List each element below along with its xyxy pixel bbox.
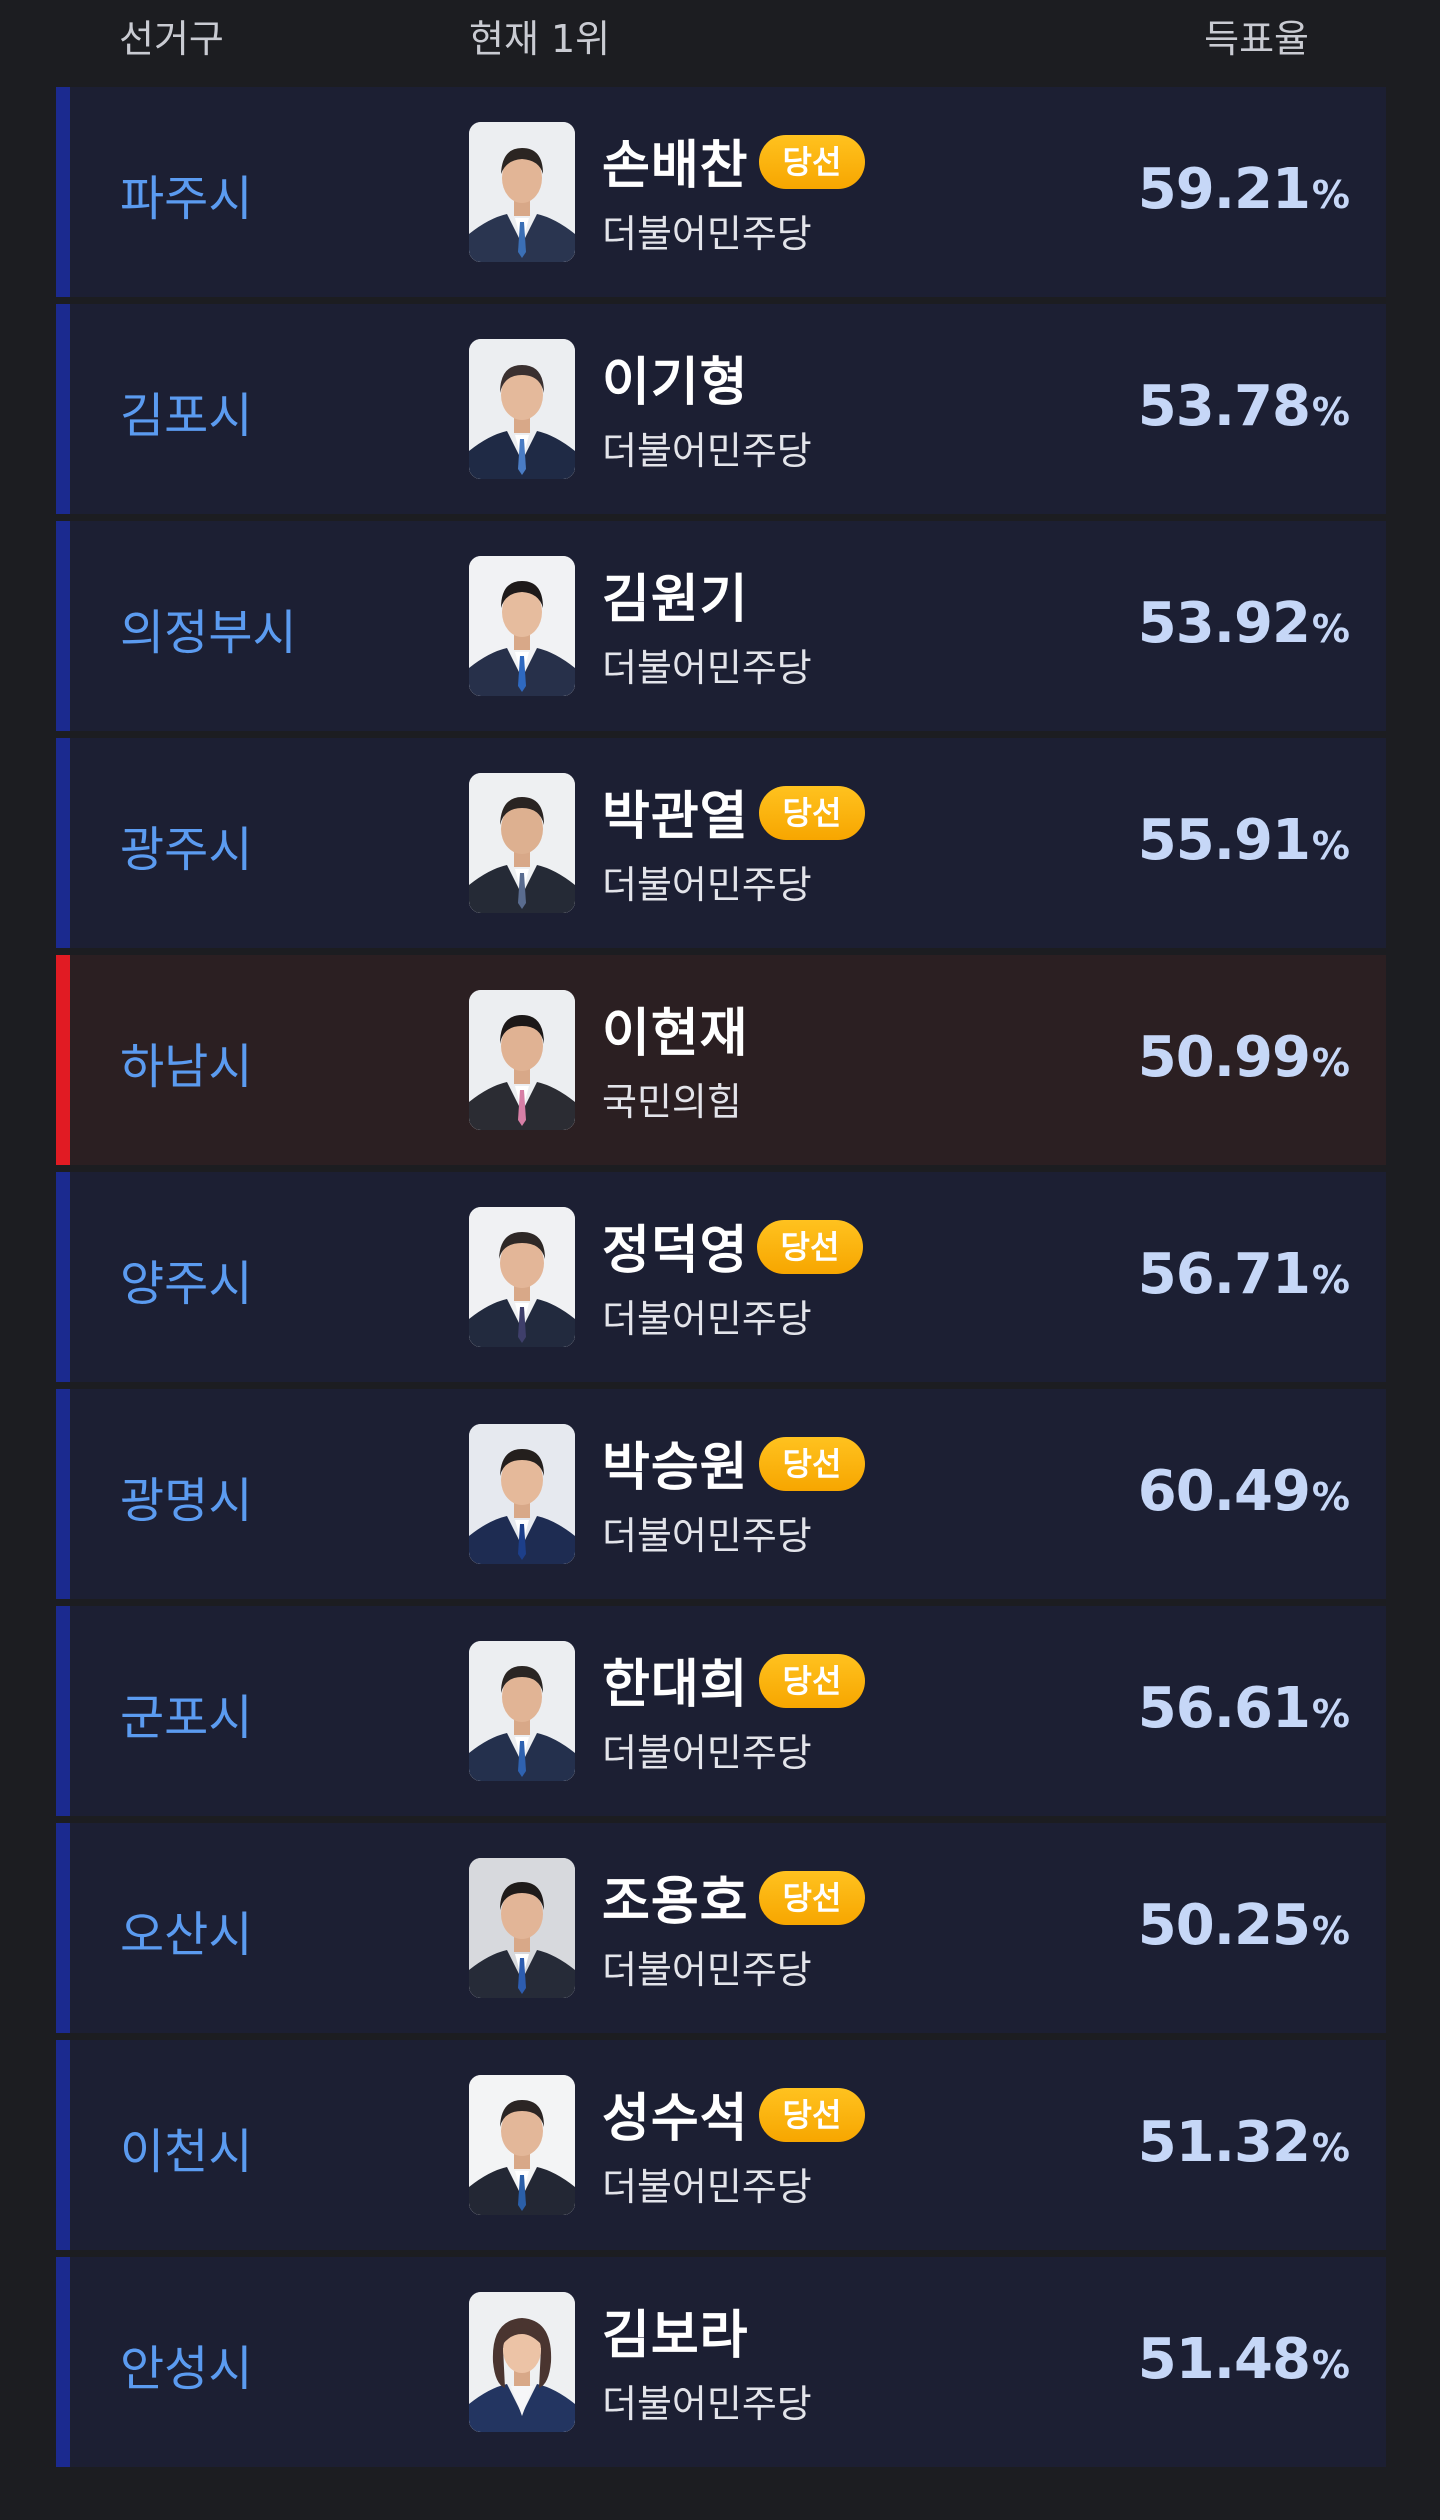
- party-name: 더불어민주당: [602, 2165, 812, 2209]
- party-name: 더불어민주당: [602, 863, 812, 907]
- candidate-photo: [469, 1641, 575, 1781]
- party-color-bar: [56, 1172, 70, 1382]
- list-item[interactable]: 의정부시 김원기 더불어민주당 53.92%: [56, 521, 1386, 731]
- candidate-photo: [469, 773, 575, 913]
- district-name: 이천시: [120, 2124, 253, 2180]
- district-name: 광주시: [120, 822, 253, 878]
- candidate-photo: [469, 2292, 575, 2432]
- district-name: 하남시: [120, 1039, 253, 1095]
- header-rate: 득표율: [1204, 17, 1309, 61]
- list-item[interactable]: 광명시 박승원 당선 더불어민주당 60.49%: [56, 1389, 1386, 1599]
- party-color-bar: [56, 1606, 70, 1816]
- district-name: 양주시: [120, 1256, 253, 1312]
- party-name: 더불어민주당: [602, 212, 812, 256]
- list-item[interactable]: 양주시 정덕영 당선 더불어민주당 56.71%: [56, 1172, 1386, 1382]
- candidate-photo: [469, 556, 575, 696]
- candidate-photo: [469, 1858, 575, 1998]
- results-list: 파주시 손배찬 당선 더불어민주당 59.21% 김포시 이기형 더불어민주당 …: [56, 87, 1386, 2474]
- candidate-name: 이기형: [602, 353, 749, 413]
- list-item[interactable]: 군포시 한대희 당선 더불어민주당 56.61%: [56, 1606, 1386, 1816]
- candidate-name: 정덕영: [602, 1221, 749, 1281]
- vote-rate: 56.71%: [1137, 1242, 1350, 1307]
- vote-rate: 60.49%: [1137, 1459, 1350, 1524]
- vote-rate: 51.48%: [1137, 2327, 1350, 2392]
- party-name: 더불어민주당: [602, 1948, 812, 1992]
- vote-rate: 53.92%: [1137, 591, 1350, 656]
- vote-rate: 50.25%: [1137, 1893, 1350, 1958]
- vote-rate: 59.21%: [1137, 157, 1350, 222]
- party-color-bar: [56, 738, 70, 948]
- party-name: 더불어민주당: [602, 1514, 812, 1558]
- vote-rate: 56.61%: [1137, 1676, 1350, 1741]
- candidate-name: 손배찬: [602, 136, 749, 196]
- party-name: 더불어민주당: [602, 2382, 812, 2426]
- party-color-bar: [56, 955, 70, 1165]
- list-item[interactable]: 오산시 조용호 당선 더불어민주당 50.25%: [56, 1823, 1386, 2033]
- candidate-photo: [469, 122, 575, 262]
- district-name: 군포시: [120, 1690, 253, 1746]
- party-color-bar: [56, 2040, 70, 2250]
- list-item[interactable]: 파주시 손배찬 당선 더불어민주당 59.21%: [56, 87, 1386, 297]
- list-item[interactable]: 하남시 이현재 국민의힘 50.99%: [56, 955, 1386, 1165]
- party-name: 국민의힘: [602, 1080, 742, 1124]
- elected-badge: 당선: [759, 1437, 865, 1491]
- vote-rate: 50.99%: [1137, 1025, 1350, 1090]
- party-color-bar: [56, 1823, 70, 2033]
- candidate-photo: [469, 1424, 575, 1564]
- candidate-name: 박관열: [602, 787, 749, 847]
- party-color-bar: [56, 87, 70, 297]
- candidate-photo: [469, 1207, 575, 1347]
- district-name: 광명시: [120, 1473, 253, 1529]
- district-name: 김포시: [120, 388, 253, 444]
- elected-badge: 당선: [759, 2088, 865, 2142]
- party-color-bar: [56, 521, 70, 731]
- elected-badge: 당선: [757, 1220, 863, 1274]
- candidate-name: 김보라: [602, 2306, 749, 2366]
- party-color-bar: [56, 304, 70, 514]
- vote-rate: 55.91%: [1137, 808, 1350, 873]
- district-name: 파주시: [120, 171, 253, 227]
- header-district: 선거구: [119, 17, 224, 61]
- header-leader: 현재 1위: [469, 17, 611, 61]
- candidate-photo: [469, 2075, 575, 2215]
- district-name: 의정부시: [120, 605, 297, 661]
- elected-badge: 당선: [759, 786, 865, 840]
- candidate-name: 성수석: [602, 2089, 749, 2149]
- party-name: 더불어민주당: [602, 1297, 812, 1341]
- party-name: 더불어민주당: [602, 646, 812, 690]
- candidate-name: 김원기: [602, 570, 749, 630]
- party-name: 더불어민주당: [602, 1731, 812, 1775]
- candidate-name: 한대희: [602, 1655, 749, 1715]
- list-item[interactable]: 광주시 박관열 당선 더불어민주당 55.91%: [56, 738, 1386, 948]
- candidate-name: 박승원: [602, 1438, 749, 1498]
- list-item[interactable]: 김포시 이기형 더불어민주당 53.78%: [56, 304, 1386, 514]
- list-item[interactable]: 이천시 성수석 당선 더불어민주당 51.32%: [56, 2040, 1386, 2250]
- district-name: 오산시: [120, 1907, 253, 1963]
- vote-rate: 51.32%: [1137, 2110, 1350, 2175]
- district-name: 안성시: [120, 2341, 253, 2397]
- party-color-bar: [56, 2257, 70, 2467]
- table-header: 선거구 현재 1위 득표율: [0, 0, 1440, 80]
- candidate-name: 이현재: [602, 1004, 749, 1064]
- elected-badge: 당선: [759, 135, 865, 189]
- elected-badge: 당선: [759, 1871, 865, 1925]
- candidate-name: 조용호: [602, 1872, 749, 1932]
- elected-badge: 당선: [759, 1654, 865, 1708]
- party-name: 더불어민주당: [602, 429, 812, 473]
- candidate-photo: [469, 990, 575, 1130]
- list-item[interactable]: 안성시 김보라 더불어민주당 51.48%: [56, 2257, 1386, 2467]
- candidate-photo: [469, 339, 575, 479]
- party-color-bar: [56, 1389, 70, 1599]
- vote-rate: 53.78%: [1137, 374, 1350, 439]
